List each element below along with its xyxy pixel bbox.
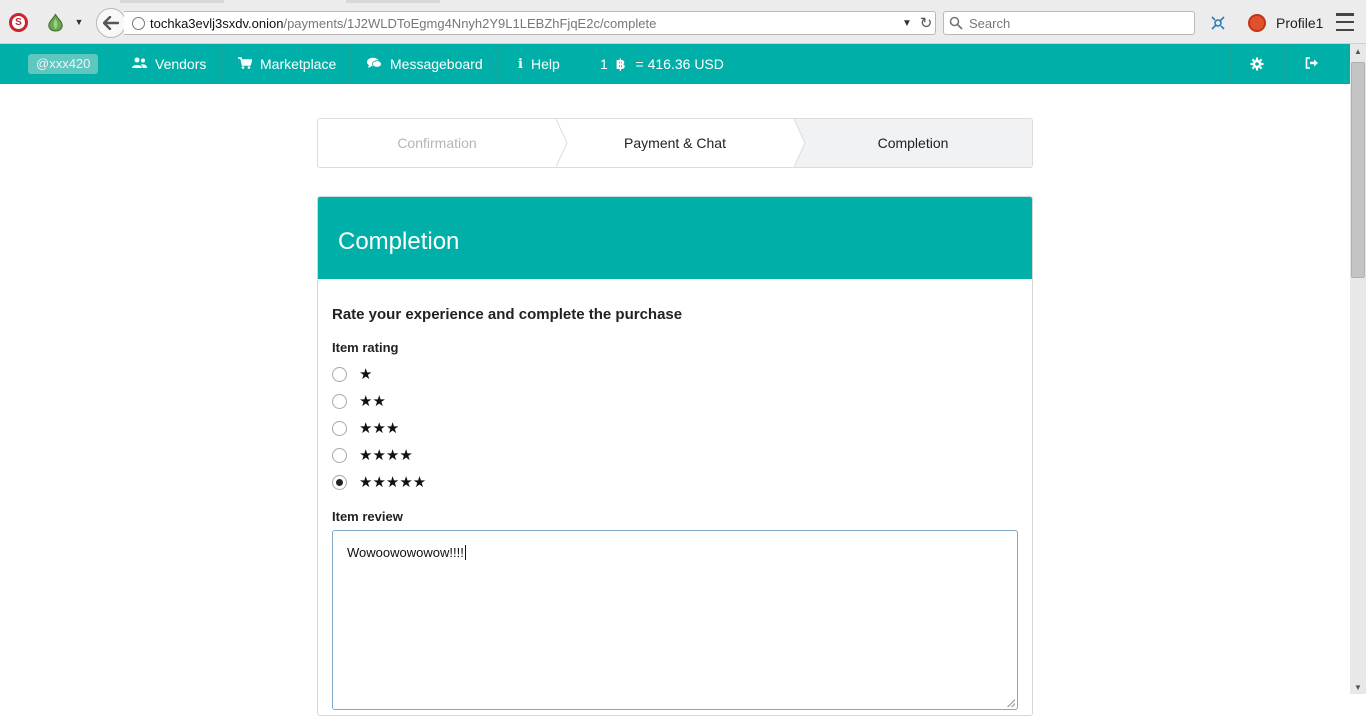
nav-divider xyxy=(350,44,351,84)
nav-messageboard[interactable]: Messageboard xyxy=(367,44,483,84)
nav-vendors[interactable]: Vendors xyxy=(132,44,206,84)
rating-radio[interactable] xyxy=(332,420,347,436)
card-title: Completion xyxy=(338,228,460,255)
nav-help[interactable]: i Help xyxy=(518,44,560,84)
nav-label: Vendors xyxy=(155,56,207,72)
nav-divider xyxy=(115,44,116,84)
cart-icon xyxy=(238,56,253,72)
nav-divider xyxy=(220,44,221,84)
network-icon[interactable] xyxy=(1209,14,1227,32)
nav-divider xyxy=(741,44,742,84)
profile-icon[interactable] xyxy=(1248,14,1266,32)
step-label: Completion xyxy=(877,135,949,151)
step-payment-chat: Payment & Chat xyxy=(556,119,806,167)
nav-label: Marketplace xyxy=(260,56,337,72)
scroll-thumb[interactable] xyxy=(1351,62,1365,278)
review-text: Wowoowowowow!!!! xyxy=(347,545,466,560)
completion-card: Completion Rate your experience and comp… xyxy=(317,196,1033,716)
step-label: Payment & Chat xyxy=(624,135,726,151)
nav-divider xyxy=(581,44,582,84)
card-subtitle: Rate your experience and complete the pu… xyxy=(332,306,683,323)
info-icon: i xyxy=(518,56,523,72)
onion-icon[interactable] xyxy=(47,13,64,32)
step-confirmation: Confirmation xyxy=(318,119,568,167)
rating-stars: ★★★ xyxy=(359,420,400,437)
tab-strip xyxy=(120,0,440,3)
nav-divider xyxy=(1284,44,1285,84)
rating-option-1[interactable]: ★ xyxy=(332,365,372,383)
item-review-label: Item review xyxy=(332,509,403,524)
rating-stars: ★★★★★ xyxy=(359,474,427,491)
gear-icon[interactable] xyxy=(1249,56,1265,72)
rate-value: = 416.36 USD xyxy=(635,56,724,72)
rate-amount: 1 xyxy=(600,56,608,72)
url-text[interactable]: tochka3evlj3sxdv.onion/payments/1J2WLDTo… xyxy=(150,16,656,31)
search-icon xyxy=(949,16,963,30)
hamburger-menu-icon[interactable] xyxy=(1335,13,1355,31)
user-badge[interactable]: @xxx420 xyxy=(28,54,99,74)
rating-stars: ★ xyxy=(359,366,373,383)
rating-option-3[interactable]: ★★★ xyxy=(332,419,399,437)
rating-radio[interactable] xyxy=(332,366,347,382)
scroll-up-arrow-icon[interactable]: ▲ xyxy=(1350,44,1366,58)
noscript-icon[interactable]: S xyxy=(9,13,28,32)
step-label: Confirmation xyxy=(397,135,477,151)
rating-option-2[interactable]: ★★ xyxy=(332,392,386,410)
card-header: Completion xyxy=(318,197,1032,279)
nav-divider xyxy=(1230,44,1231,84)
rating-stars: ★★ xyxy=(359,393,386,410)
step-separator xyxy=(556,119,568,167)
logout-icon[interactable] xyxy=(1304,55,1320,71)
item-rating-label: Item rating xyxy=(332,340,399,355)
rating-option-4[interactable]: ★★★★ xyxy=(332,446,413,464)
step-separator xyxy=(794,119,806,167)
nav-divider xyxy=(498,44,499,84)
scroll-down-arrow-icon[interactable]: ▼ xyxy=(1350,680,1366,694)
checkout-steps: Confirmation Payment & Chat Completion xyxy=(317,118,1033,168)
step-completion: Completion xyxy=(794,119,1032,167)
item-review-textarea[interactable]: Wowoowowowow!!!! xyxy=(332,530,1018,710)
browser-toolbar: S ▼ tochka3evlj3sxdv.onion/payments/1J2W… xyxy=(0,0,1366,44)
nav-label: Help xyxy=(530,56,560,72)
nav-marketplace[interactable]: Marketplace xyxy=(238,44,336,84)
rating-radio[interactable] xyxy=(332,447,347,463)
url-history-dropdown-icon[interactable]: ▼ xyxy=(901,17,913,29)
search-placeholder: Search xyxy=(969,16,1011,31)
comments-icon xyxy=(367,57,382,72)
rating-option-5[interactable]: ★★★★★ xyxy=(332,473,426,491)
back-button[interactable] xyxy=(96,8,126,38)
reload-icon[interactable]: ↻ xyxy=(918,15,934,32)
nav-label: Messageboard xyxy=(390,56,483,72)
bitcoin-icon: ฿ xyxy=(615,55,626,72)
rating-radio-selected[interactable] xyxy=(332,474,347,490)
globe-icon xyxy=(132,17,145,30)
page-scrollbar[interactable]: ▲ ▼ xyxy=(1350,44,1366,694)
url-bar[interactable]: tochka3evlj3sxdv.onion/payments/1J2WLDTo… xyxy=(124,11,936,35)
site-navbar: @xxx420 Vendors Marketplace Messageboard… xyxy=(0,44,1350,84)
rating-stars: ★★★★ xyxy=(359,447,413,464)
chevron-down-icon[interactable]: ▼ xyxy=(73,16,85,28)
users-icon xyxy=(132,57,147,72)
rating-radio[interactable] xyxy=(332,393,347,409)
search-input[interactable]: Search xyxy=(943,11,1195,35)
btc-rate: 1 ฿ = 416.36 USD xyxy=(600,44,724,84)
profile-label[interactable]: Profile1 xyxy=(1276,15,1323,31)
resize-grip-icon[interactable] xyxy=(1007,699,1015,707)
